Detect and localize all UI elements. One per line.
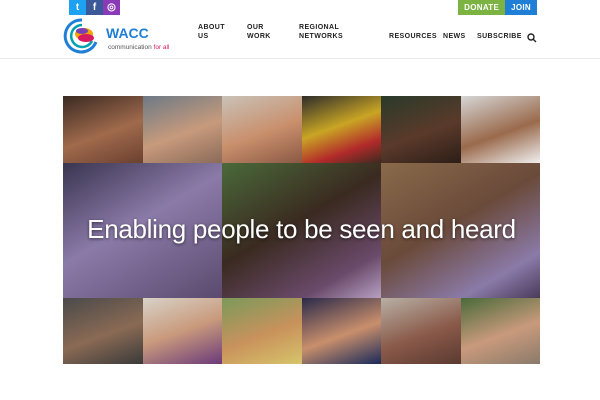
- portrait-photo: [222, 298, 302, 364]
- portrait-photo: [461, 96, 540, 163]
- social-links: t f ◎: [69, 0, 120, 15]
- header-divider: [0, 58, 600, 59]
- nav-about-us[interactable]: ABOUT US: [198, 23, 225, 41]
- portrait-photo: [381, 96, 461, 163]
- search-icon[interactable]: [527, 33, 537, 43]
- portrait-photo: [222, 96, 302, 163]
- portrait-photo: [381, 298, 461, 364]
- nav-subscribe[interactable]: SUBSCRIBE: [477, 32, 522, 41]
- nav-regional-networks[interactable]: REGIONAL NETWORKS: [299, 23, 343, 41]
- portrait-photo: [63, 96, 143, 163]
- join-button[interactable]: JOIN: [505, 0, 537, 15]
- top-actions: DONATE JOIN: [458, 0, 537, 15]
- portrait-photo: [143, 96, 222, 163]
- nav-our-work[interactable]: OUR WORK: [247, 23, 271, 41]
- portrait-photo: [302, 96, 381, 163]
- main-nav: ABOUT US OUR WORK REGIONAL NETWORKS RESOURC…: [0, 20, 600, 50]
- instagram-icon[interactable]: ◎: [103, 0, 120, 15]
- portrait-photo: [63, 298, 143, 364]
- twitter-icon[interactable]: t: [69, 0, 86, 15]
- portrait-photo: [461, 298, 540, 364]
- donate-button[interactable]: DONATE: [458, 0, 506, 15]
- hero-headline: Enabling people to be seen and heard: [87, 214, 516, 244]
- nav-news[interactable]: NEWS: [443, 32, 466, 41]
- portrait-photo: [302, 298, 381, 364]
- nav-resources[interactable]: RESOURCES: [389, 32, 437, 41]
- facebook-icon[interactable]: f: [86, 0, 103, 15]
- portrait-photo: [143, 298, 222, 364]
